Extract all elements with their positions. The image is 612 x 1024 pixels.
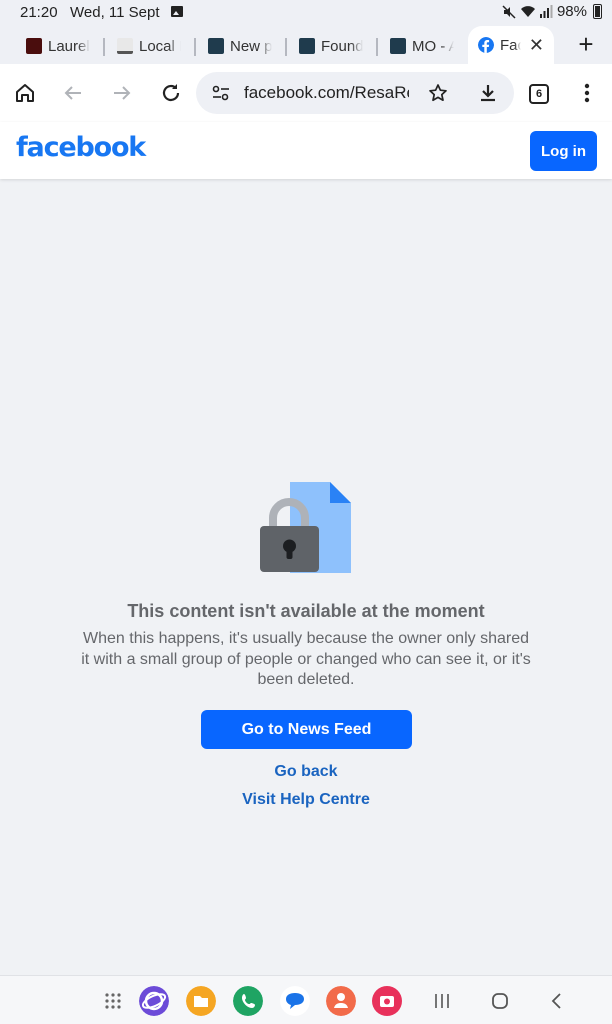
go-to-news-feed-button[interactable]: Go to News Feed xyxy=(201,710,412,749)
contacts-app-icon[interactable] xyxy=(326,986,356,1016)
tab-label: Local N xyxy=(139,37,181,55)
tab-strip: Laurel Local N New p Found MO - A Face ✕… xyxy=(0,26,612,64)
tab-found[interactable]: Found xyxy=(299,30,363,62)
status-date: Wed, 11 Sept xyxy=(70,4,160,21)
log-in-button[interactable]: Log in xyxy=(530,131,597,171)
mute-icon xyxy=(502,4,516,19)
error-title: This content isn't available at the mome… xyxy=(127,601,485,621)
status-icons: 98% xyxy=(502,3,602,20)
tab-facebook[interactable]: Face ✕ xyxy=(468,26,554,64)
internet-app-icon[interactable] xyxy=(139,986,169,1016)
phone-app-icon[interactable] xyxy=(233,986,263,1016)
screen-recorder-icon[interactable] xyxy=(372,986,402,1016)
tab-new[interactable]: New p xyxy=(208,30,272,62)
tab-label: New p xyxy=(230,37,272,55)
tab-favicon xyxy=(208,38,224,54)
tab-local[interactable]: Local N xyxy=(117,30,181,62)
tab-favicon xyxy=(390,38,406,54)
go-back-link[interactable]: Go back xyxy=(0,763,612,781)
tab-label: Laurel xyxy=(48,37,90,55)
wifi-icon xyxy=(520,6,535,17)
back-button[interactable] xyxy=(542,986,572,1016)
tab-favicon xyxy=(117,38,133,54)
tab-label: Found xyxy=(321,37,363,55)
back-arrow-icon[interactable] xyxy=(58,78,88,108)
tab-laurel[interactable]: Laurel xyxy=(26,30,90,62)
tab-label: MO - A xyxy=(412,37,454,55)
facebook-logo[interactable]: facebook xyxy=(16,132,146,163)
app-drawer-icon[interactable] xyxy=(98,986,128,1016)
image-notification-icon xyxy=(171,6,183,17)
home-icon[interactable] xyxy=(10,78,40,108)
status-bar: 21:20 Wed, 11 Sept 98% xyxy=(0,0,612,26)
download-icon[interactable] xyxy=(478,83,498,103)
tab-label: Face xyxy=(500,36,521,54)
site-settings-icon[interactable] xyxy=(212,85,230,101)
close-tab-icon[interactable]: ✕ xyxy=(529,35,544,56)
tab-switcher-button[interactable]: 6 xyxy=(529,84,549,104)
bookmark-star-icon[interactable] xyxy=(428,83,448,103)
browser-toolbar: facebook.com/ResaRe 6 xyxy=(0,64,612,122)
facebook-header: facebook Log in xyxy=(0,122,612,179)
new-tab-button[interactable]: + xyxy=(574,29,598,60)
tab-mo[interactable]: MO - A xyxy=(390,30,454,62)
battery-icon xyxy=(593,4,602,19)
home-button[interactable] xyxy=(485,986,515,1016)
visit-help-centre-link[interactable]: Visit Help Centre xyxy=(0,791,612,809)
signal-icon xyxy=(539,5,553,18)
content-locked-illustration xyxy=(260,482,351,573)
url-text[interactable]: facebook.com/ResaRe xyxy=(244,83,409,103)
system-navigation-bar xyxy=(0,975,612,1024)
my-files-icon[interactable] xyxy=(186,986,216,1016)
forward-arrow-icon[interactable] xyxy=(107,78,137,108)
address-bar[interactable]: facebook.com/ResaRe xyxy=(196,72,514,114)
facebook-icon xyxy=(478,37,494,53)
overflow-menu-icon[interactable] xyxy=(572,78,602,108)
error-message: When this happens, it's usually because … xyxy=(81,630,531,688)
reload-icon[interactable] xyxy=(156,78,186,108)
tab-favicon xyxy=(299,38,315,54)
tab-favicon xyxy=(26,38,42,54)
messages-app-icon[interactable] xyxy=(280,986,310,1016)
battery-percent: 98% xyxy=(556,3,587,20)
recents-button[interactable] xyxy=(427,986,457,1016)
status-time: 21:20 xyxy=(20,4,58,21)
